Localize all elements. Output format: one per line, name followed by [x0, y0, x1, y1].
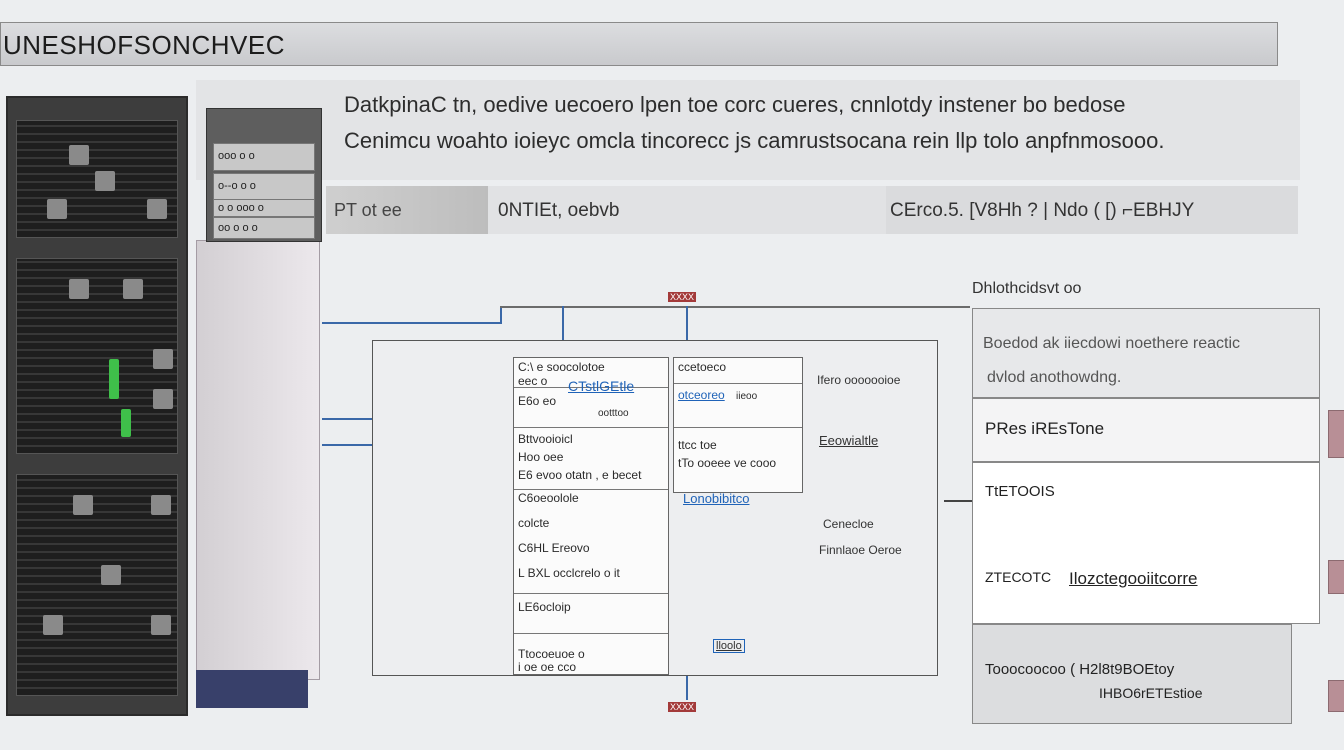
page-title: UNESHOFSONCHVEC — [3, 30, 285, 60]
thumbnail-image — [1328, 560, 1344, 594]
diagram-cell: otceoreo iieoo — [674, 384, 802, 428]
diagram-column-2: ccetoeco otceoreo iieoo ttcc toe tTo ooe… — [673, 357, 803, 493]
diagram-cell: ccetoeco — [674, 358, 802, 384]
rack-bay-2 — [16, 258, 178, 454]
thumbnail-image — [1328, 680, 1344, 712]
diagram-column-1: C:\ e soocolotoe eec o CTstlGEtle E6o eo… — [513, 357, 669, 675]
server-rack — [6, 96, 188, 716]
right-panel-heading: Dhlothcidsvt oo — [972, 280, 1082, 297]
right-panel-link[interactable]: Ilozctegooiitcorre — [1069, 569, 1198, 589]
arrow-line — [944, 500, 972, 502]
annotation-link[interactable]: Eeowialtle — [819, 433, 878, 448]
right-panel: Boedod ak iiecdowi noethere reactic dvlo… — [972, 306, 1320, 726]
rack-side-panel — [196, 240, 320, 680]
switch-unit-2: o--o o o — [213, 173, 315, 201]
diagram-link[interactable]: otceoreo — [678, 388, 725, 402]
diagram-link[interactable]: lloolo — [713, 639, 745, 653]
rack-base — [196, 670, 308, 708]
info-bar-left-label: 0NTIEt, oebvb — [498, 200, 620, 221]
title-bar: UNESHOFSONCHVEC — [0, 22, 1278, 66]
network-switch: ooo o o o--o o o o o ooo o oo o o o — [206, 108, 322, 242]
connector-line — [500, 306, 502, 324]
diagram-cell: LE6ocloip — [514, 594, 668, 634]
annotation: Ifero ooooooioe — [817, 373, 901, 387]
thumbnail-image — [1328, 410, 1344, 458]
diagram-cell: ttcc toe tTo ooeee ve cooo — [678, 438, 777, 470]
diagram-link[interactable]: CTstlGEtle — [568, 378, 634, 394]
rack-bay-1 — [16, 120, 178, 238]
right-box-2: PRes iREsTone — [972, 398, 1320, 462]
info-bar: PT ot ee 0NTIEt, oebvb CErco.5. [V8Hh ? … — [326, 186, 1298, 234]
description-panel: DatkpinaC tn, oedive uecoero lpen toe co… — [196, 80, 1300, 180]
annotation: Finnlaoe Oeroe — [819, 543, 902, 557]
diagram-link[interactable]: Lonobibitco — [683, 491, 750, 506]
flow-diagram: C:\ e soocolotoe eec o CTstlGEtle E6o eo… — [372, 340, 938, 676]
diagram-cell: C6oeoolole colcte C6HL Ereovo L BXL occl… — [514, 490, 668, 594]
info-bar-right-label: CErco.5. [V8Hh ? | Ndo ( [) ⌐EBHJY — [890, 200, 1195, 221]
diagram-cell: Ttocoeuoe o i oe oe cco — [518, 647, 585, 674]
annotation: Cenecloe — [823, 517, 874, 531]
diagram-cell: CTstlGEtle E6o eo ootttoo — [514, 378, 668, 428]
top-tag: XXXX — [668, 292, 697, 302]
rack-bay-3 — [16, 474, 178, 696]
description-line-2: Cenimcu woahto ioieyc omcla tincorecc js… — [344, 128, 1165, 153]
diagram-cell: Bttvooioicl Hoo oee E6 evoo otatn , e be… — [514, 428, 668, 490]
right-box-4: Tooocoocoo ( H2l8t9BOEtoy IHBO6rETEstioe — [972, 624, 1292, 724]
switch-unit-3: o o ooo o — [213, 199, 315, 217]
right-box-1: Boedod ak iiecdowi noethere reactic dvlo… — [972, 308, 1320, 398]
connector-line — [322, 322, 502, 324]
bottom-tag: XXXX — [668, 702, 697, 712]
description-line-1: DatkpinaC tn, oedive uecoero lpen toe co… — [344, 92, 1126, 117]
switch-unit-1: ooo o o — [213, 143, 315, 171]
switch-unit-4: oo o o o — [213, 217, 315, 239]
info-bar-right: CErco.5. [V8Hh ? | Ndo ( [) ⌐EBHJY — [886, 186, 1298, 234]
connector-line — [500, 306, 970, 308]
right-box-3: TtETOOIS ZTECOTC Ilozctegooiitcorre — [972, 462, 1320, 624]
info-bar-segment: PT ot ee — [326, 186, 488, 234]
